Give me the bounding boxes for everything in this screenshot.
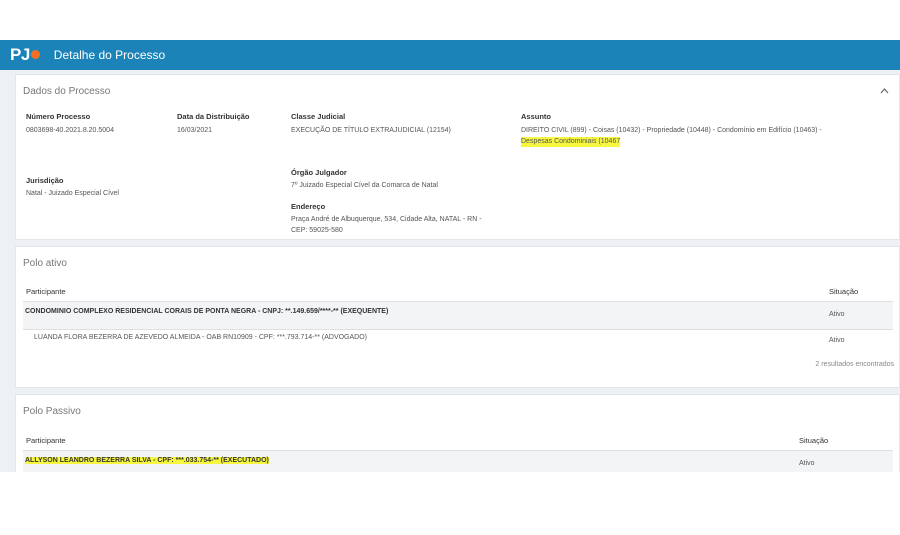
results-count: 2 resultados encontrados	[815, 361, 894, 368]
jurisdicao-value: Natal - Juizado Especial Cível	[26, 190, 119, 197]
assunto-value-line2: Despesas Condominiais (10467	[521, 137, 621, 147]
dados-processo-title: Dados do Processo	[23, 86, 111, 97]
polo-ativo-col-situacao: Situação	[829, 287, 859, 296]
endereco-value-line2: CEP: 59025-580	[291, 227, 343, 234]
polo-passivo-col-situacao: Situação	[799, 436, 829, 445]
chevron-up-icon[interactable]	[880, 88, 889, 94]
polo-passivo-col-participante: Participante	[26, 436, 66, 445]
situacao-cell: Ativo	[829, 311, 845, 318]
polo-ativo-title: Polo ativo	[23, 258, 67, 269]
polo-passivo-title: Polo Passivo	[23, 406, 81, 417]
classe-judicial-value: EXECUÇÃO DE TÍTULO EXTRAJUDICIAL (12154)	[291, 127, 451, 134]
app-header: PJ Detalhe do Processo	[0, 40, 900, 70]
participante-cell[interactable]: ALLYSON LEANDRO BEZERRA SILVA - CPF: ***…	[25, 457, 269, 464]
endereco-value-line1: Praça André de Albuquerque, 534, Cidade …	[291, 216, 482, 223]
orgao-julgador-value: 7º Juizado Especial Cível da Comarca de …	[291, 182, 438, 189]
polo-passivo-card: Polo Passivo Participante Situação ALLYS…	[15, 394, 900, 472]
jurisdicao-label: Jurisdição	[26, 176, 64, 185]
endereco-label: Endereço	[291, 202, 326, 211]
orgao-julgador-label: Órgão Julgador	[291, 168, 347, 177]
assunto-value-line1: DIREITO CIVIL (899) - Coisas (10432) - P…	[521, 127, 822, 134]
polo-ativo-col-participante: Participante	[26, 287, 66, 296]
page-title: Detalhe do Processo	[53, 48, 166, 62]
table-divider	[23, 329, 893, 330]
numero-processo-label: Número Processo	[26, 112, 91, 121]
classe-judicial-label: Classe Judicial	[291, 112, 346, 121]
situacao-cell: Ativo	[829, 337, 845, 344]
main-content: Dados do Processo Número Processo 080369…	[0, 70, 900, 472]
situacao-cell: Ativo	[799, 460, 815, 467]
table-row[interactable]: CONDOMINIO COMPLEXO RESIDENCIAL CORAIS D…	[23, 302, 893, 329]
table-row[interactable]: ALLYSON LEANDRO BEZERRA SILVA - CPF: ***…	[23, 451, 893, 472]
participante-cell[interactable]: LUANDA FLORA BEZERRA DE AZEVEDO ALMEIDA …	[34, 334, 367, 341]
data-distribuicao-label: Data da Distribuição	[177, 112, 250, 121]
pje-logo[interactable]: PJ	[10, 45, 40, 65]
numero-processo-value: 0803698-40.2021.8.20.5004	[26, 127, 114, 134]
dados-processo-card: Dados do Processo Número Processo 080369…	[15, 74, 900, 240]
participante-cell[interactable]: CONDOMINIO COMPLEXO RESIDENCIAL CORAIS D…	[25, 308, 388, 315]
assunto-label: Assunto	[521, 112, 551, 121]
polo-ativo-card: Polo ativo Participante Situação CONDOMI…	[15, 246, 900, 388]
data-distribuicao-value: 16/03/2021	[177, 127, 213, 134]
logo-dot-icon	[30, 49, 40, 59]
